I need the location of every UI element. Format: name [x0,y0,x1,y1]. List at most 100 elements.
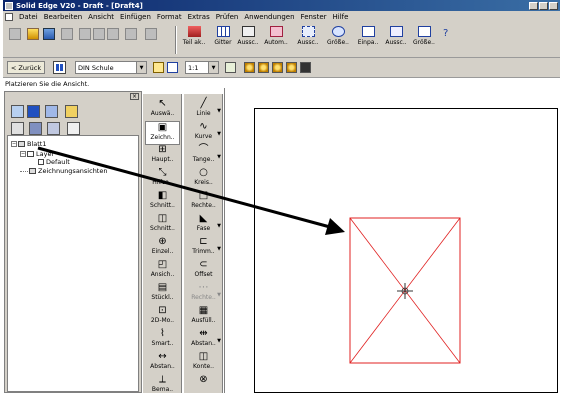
minimize-button[interactable] [529,1,538,10]
ribbon-bar: < Zurück DIN Schule ▼ 1:1 ▼ [3,58,560,78]
new-file-icon[interactable] [9,28,21,40]
menu-hilfe[interactable]: Hilfe [333,13,349,21]
auto-button[interactable]: Autom.. [263,24,289,56]
left-tool-button[interactable]: ⟂ Bema.. [145,374,180,393]
right-tool-button[interactable]: ⊏ Trimm.. ▼ [186,236,221,260]
left-tool-button[interactable]: ⤡ Hilfsa.. [145,167,180,191]
left-tool-button[interactable]: ↖ Auswä.. [145,98,180,122]
menu-ansicht[interactable]: Ansicht [88,13,114,21]
style-select[interactable]: DIN Schule ▼ [75,61,147,74]
size-icon [417,26,431,37]
tree-node-default-layer[interactable]: Default [38,158,70,166]
right-tool-button[interactable]: □ Rechte.. [186,190,221,214]
zoom-area-button[interactable]: Aussc.. [295,24,321,56]
chevron-down-icon[interactable]: ▼ [217,154,221,160]
view-orientation-icon[interactable] [167,62,178,73]
chevron-down-icon[interactable]: ▼ [217,131,221,137]
paste-icon[interactable] [107,28,119,40]
save-icon[interactable] [43,28,55,40]
print-icon[interactable] [61,28,73,40]
left-tool-button[interactable]: ⌇ Smart.. [145,328,180,352]
menu-format[interactable]: Format [157,13,182,21]
chevron-down-icon[interactable]: ▼ [217,338,221,344]
left-tool-button[interactable]: ↔ Abstan.. [145,351,180,375]
copy-icon[interactable] [93,28,105,40]
chevron-down-icon[interactable]: ▼ [217,246,221,252]
right-tool-label: Abstan.. [191,340,216,347]
left-tool-button[interactable]: ◧ Schnitt.. [145,190,180,214]
layers-icon[interactable] [45,105,58,118]
left-tool-label: Abstan.. [150,363,175,370]
right-tool-button[interactable]: ○ Kreis.. [186,167,221,191]
undo-icon[interactable] [125,28,137,40]
right-tool-button[interactable]: ╱ Linie ▼ [186,98,221,122]
menu-bearbeiten[interactable]: Bearbeiten [44,13,82,21]
collapse-icon[interactable]: − [20,151,26,157]
close-button[interactable] [549,1,558,10]
right-tool-button[interactable]: ∿ Kurve ▼ [186,121,221,145]
menu-fenster[interactable]: Fenster [301,13,327,21]
open-file-icon[interactable] [27,28,39,40]
menu-einfuegen[interactable]: Einfügen [120,13,151,21]
left-tool-button[interactable]: ⊕ Einzel.. [145,236,180,260]
right-tool-button[interactable]: ⌒ Tange.. ▼ [186,144,221,168]
cut-icon[interactable] [79,28,91,40]
scale-select[interactable]: 1:1 ▼ [185,61,219,74]
right-tool-button[interactable]: ⋯ Rechte.. ▼ [186,282,221,306]
tree-node-drawing-views[interactable]: Zeichnungsansichten [20,167,107,175]
left-tool-button[interactable]: ▣ Zeichn.. [145,121,180,145]
document-icon[interactable] [5,12,13,21]
left-tool-button[interactable]: ◰ Ansich.. [145,259,180,283]
tab-icon-2[interactable] [29,122,42,135]
properties-icon[interactable] [153,62,164,73]
update-part-button[interactable]: Teil ak.. [181,24,207,56]
chevron-down-icon[interactable]: ▼ [217,108,221,114]
collapse-icon[interactable]: − [11,141,17,147]
menu-extras[interactable]: Extras [188,13,210,21]
tab-icon-1[interactable] [11,122,24,135]
menu-datei[interactable]: Datei [19,13,38,21]
shaded-view-icon-1[interactable] [244,62,255,73]
shaded-view-icon-4[interactable] [286,62,297,73]
right-tool-button[interactable]: ⇹ Abstan.. ▼ [186,328,221,352]
left-tool-button[interactable]: ⊡ 2D-Mo.. [145,305,180,329]
right-tool-button[interactable]: ⊗ [186,374,221,393]
feature-pathfinder-icon[interactable] [27,105,40,118]
size-button[interactable]: Größe.. [411,24,437,56]
back-button[interactable]: < Zurück [7,61,45,74]
tree-node-sheet[interactable]: − Blatt1 [11,140,46,148]
drawing-sheet[interactable] [254,108,558,393]
shaded-view-icon-5[interactable] [300,62,311,73]
symbols-icon[interactable] [65,105,78,118]
cutout-button[interactable]: Aussc.. [235,24,261,56]
library-icon[interactable] [11,105,24,118]
help-icon[interactable]: ? [443,28,455,40]
right-tool-button[interactable]: ▦ Ausfüll.. [186,305,221,329]
right-tool-button[interactable]: ◫ Konte.. [186,351,221,375]
drawing-icon[interactable] [225,62,236,73]
menu-pruefen[interactable]: Prüfen [216,13,239,21]
chevron-down-icon[interactable]: ▼ [217,292,221,298]
tree-node-layer[interactable]: − Layer [20,150,54,158]
tab-icon-3[interactable] [47,122,60,135]
maximize-button[interactable] [539,1,548,10]
right-tool-button[interactable]: ◣ Fase ▼ [186,213,221,237]
tab-icon-4[interactable] [67,122,80,135]
sheet-view-icon[interactable] [53,61,66,74]
pan-button[interactable]: Aussc.. [383,24,409,56]
left-tool-button[interactable]: ◫ Schnitt.. [145,213,180,237]
right-tool-icon: ⌒ [198,144,209,155]
chevron-down-icon[interactable]: ▼ [217,223,221,229]
shaded-view-icon-2[interactable] [258,62,269,73]
fit-button[interactable]: Einpa.. [355,24,381,56]
shaded-view-icon-3[interactable] [272,62,283,73]
menu-anwendungen[interactable]: Anwendungen [244,13,294,21]
left-tool-button[interactable]: ▤ Stückl.. [145,282,180,306]
right-tool-button[interactable]: ⊂ Offset [186,259,221,283]
close-icon[interactable]: × [130,93,139,100]
grid-button[interactable]: Gitter [210,24,236,56]
left-tool-label: Schnitt.. [150,202,175,209]
redo-icon[interactable] [145,28,157,40]
left-tool-button[interactable]: ⊞ Haupt.. [145,144,180,168]
zoom-button[interactable]: Größe.. [325,24,351,56]
